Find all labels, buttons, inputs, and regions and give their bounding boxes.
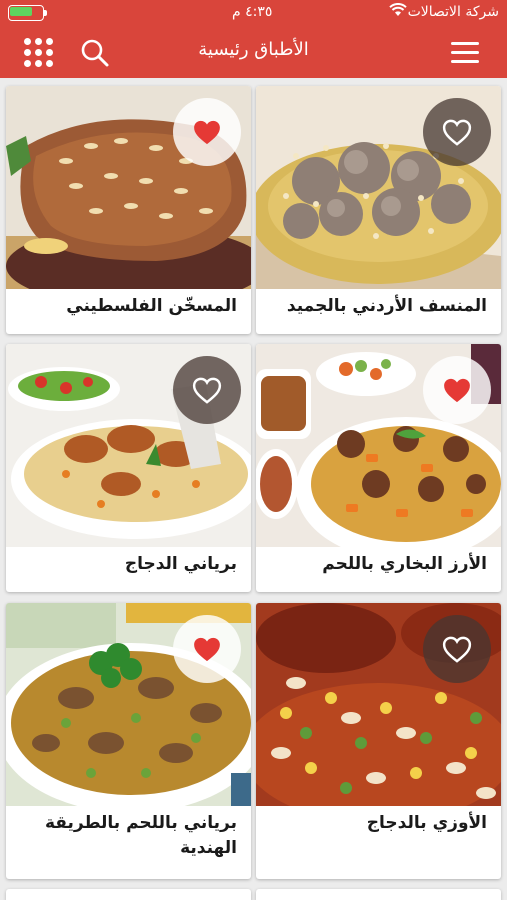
dish-card[interactable]: الأرز البخاري باللحم [256,344,501,592]
dish-title: الأرز البخاري باللحم [322,554,487,574]
favorite-button[interactable] [173,615,241,683]
favorite-button[interactable] [423,356,491,424]
clock: ٤:٣٥ م [232,4,273,20]
dish-image [256,603,501,806]
heart-filled-icon [194,120,220,145]
dish-card[interactable]: الأوزي بالدجاج [256,603,501,879]
wifi-icon [389,3,407,21]
dish-card-partial[interactable] [6,889,251,900]
dish-image [6,344,251,547]
hamburger-menu-icon[interactable] [451,42,481,64]
dish-image [256,86,501,289]
dish-image [256,344,501,547]
heart-filled-icon [194,637,220,662]
favorite-button[interactable] [173,356,241,424]
heart-filled-icon [444,378,470,403]
dish-title: المسخّن الفلسطيني [66,296,237,316]
dish-title: الأوزي بالدجاج [366,813,487,833]
favorite-button[interactable] [423,615,491,683]
dish-card[interactable]: برياني باللحم بالطريقة الهندية [6,603,251,879]
favorite-button[interactable] [423,98,491,166]
carrier-name: شركة الاتصالات [407,4,499,20]
dish-title: برياني الدجاج [124,554,237,574]
page-title: الأطباق رئيسية [198,39,309,60]
dish-image [6,86,251,289]
heart-outline-icon [192,377,222,404]
dish-card-partial[interactable] [256,889,501,900]
status-bar: شركة الاتصالات ٤:٣٥ م [0,0,507,26]
dish-title: المنسف الأردني بالجميد [286,296,487,316]
dish-card[interactable]: المنسف الأردني بالجميد [256,86,501,334]
app-bar: الأطباق رئيسية [0,26,507,78]
battery-icon [8,5,48,21]
dish-card[interactable]: المسخّن الفلسطيني [6,86,251,334]
dish-image [6,603,251,806]
favorite-button[interactable] [173,98,241,166]
heart-outline-icon [442,636,472,663]
dish-title: برياني باللحم بالطريقة الهندية [44,813,237,858]
dish-card[interactable]: برياني الدجاج [6,344,251,592]
heart-outline-icon [442,119,472,146]
